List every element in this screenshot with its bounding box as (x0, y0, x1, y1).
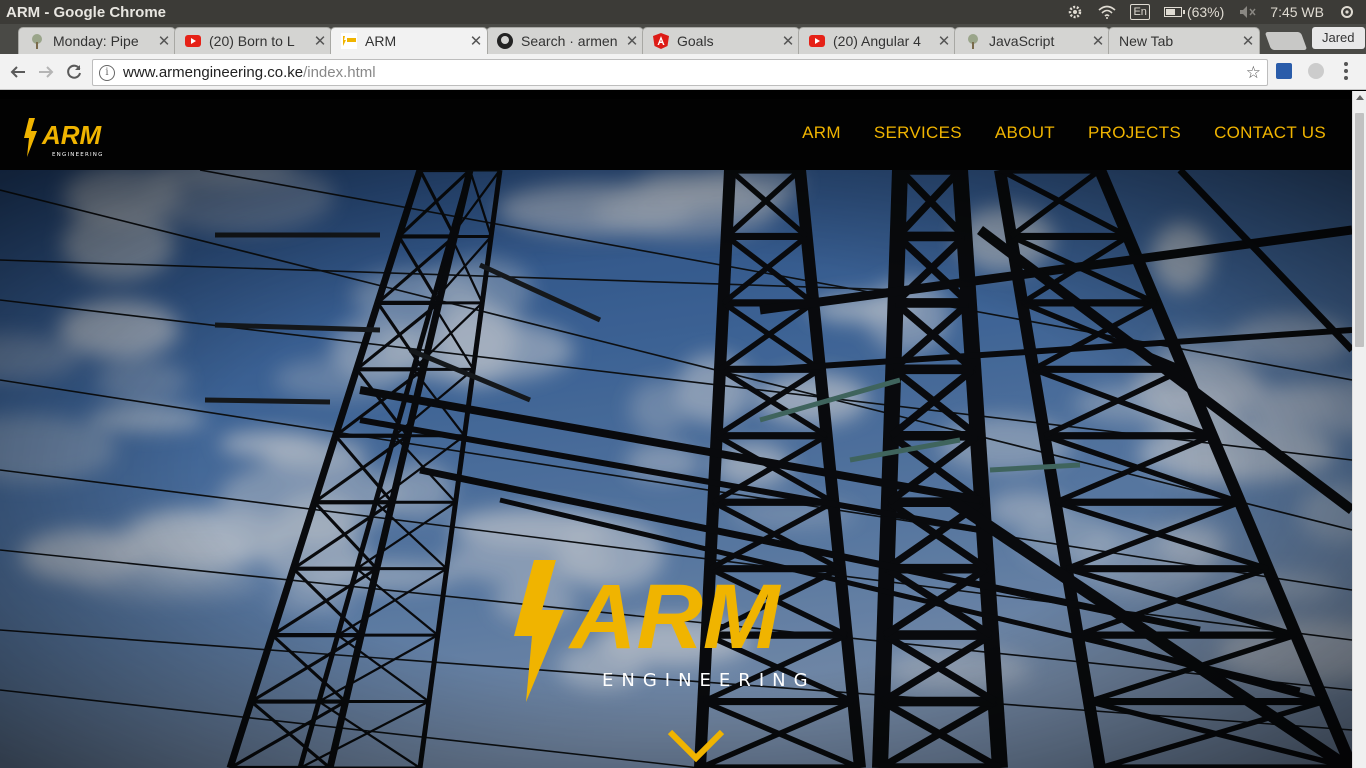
site-nav-links: ARM SERVICES ABOUT PROJECTS CONTACT US (802, 123, 1326, 143)
tab-close-icon[interactable]: ✕ (621, 32, 643, 50)
site-info-icon[interactable]: i (99, 64, 115, 81)
settings-gear-icon[interactable] (1066, 3, 1084, 21)
scroll-down-chevron-icon[interactable] (666, 726, 726, 768)
nav-link-arm[interactable]: ARM (802, 123, 841, 143)
youtube-icon (185, 33, 201, 49)
tab-title: ARM (365, 33, 397, 49)
tab-title: (20) Angular 4 (833, 33, 921, 49)
site-logo[interactable]: ARM ENGINEERING (22, 116, 126, 164)
window-title: ARM - Google Chrome (6, 3, 166, 21)
site-navbar: ARM ENGINEERING ARM SERVICES ABOUT PROJECTS… (0, 99, 1352, 170)
volume-muted-icon[interactable] (1238, 3, 1256, 21)
tab-close-icon[interactable]: ✕ (465, 32, 487, 50)
nav-link-contact-us[interactable]: CONTACT US (1214, 123, 1326, 143)
tree-icon (965, 33, 981, 49)
tab-title: Search · armen (521, 33, 618, 49)
wifi-icon[interactable] (1098, 3, 1116, 21)
youtube-icon (809, 33, 825, 49)
nav-link-projects[interactable]: PROJECTS (1088, 123, 1181, 143)
bookmark-star-icon[interactable]: ☆ (1246, 63, 1261, 83)
browser-tab[interactable]: Goals ✕ (642, 27, 800, 54)
hero-logo-text: ARM (568, 566, 782, 668)
scrollbar-thumb[interactable] (1355, 113, 1364, 347)
tab-title: JavaScript (989, 33, 1055, 49)
browser-tab[interactable]: ARM ✕ (330, 27, 488, 54)
page-viewport: ARM ENGINEERING ARM SERVICES ABOUT PROJECTS… (0, 91, 1352, 768)
nav-link-about[interactable]: ABOUT (995, 123, 1055, 143)
tab-close-icon[interactable]: ✕ (1237, 32, 1259, 50)
system-tray: En (63%) 7:45 WB (1066, 0, 1366, 24)
address-bar[interactable]: i www.armengineering.co.ke/index.html ☆ (92, 59, 1268, 86)
back-arrow-icon[interactable] (6, 60, 30, 84)
site-logo-text: ARM (41, 120, 103, 150)
browser-tab[interactable]: (20) Born to L ✕ (174, 27, 332, 54)
url-path: /index.html (303, 64, 376, 81)
forward-arrow-icon[interactable] (34, 60, 58, 84)
browser-tab[interactable]: New Tab ✕ (1108, 27, 1260, 54)
battery-indicator[interactable]: (63%) (1163, 4, 1225, 20)
browser-menu-icon[interactable] (1344, 62, 1350, 80)
tree-icon (29, 33, 45, 49)
github-icon (497, 33, 513, 49)
tab-title: Monday: Pipe (53, 33, 139, 49)
site-logo-subtext: ENGINEERING (52, 152, 104, 158)
hero-logo-subtext: ENGINEERING (602, 670, 816, 691)
scroll-up-arrow-icon[interactable] (1356, 95, 1364, 100)
browser-toolbar: i www.armengineering.co.ke/index.html ☆ (0, 54, 1366, 90)
tab-title: New Tab (1119, 33, 1174, 49)
tab-close-icon[interactable]: ✕ (309, 32, 331, 50)
browser-tab[interactable]: Search · armen ✕ (486, 27, 644, 54)
profile-button[interactable]: Jared (1312, 27, 1365, 49)
hero-section: ARM ENGINEERING (0, 170, 1352, 768)
tab-title: (20) Born to L (209, 33, 295, 49)
browser-tab[interactable]: JavaScript ✕ (954, 27, 1110, 54)
tab-close-icon[interactable]: ✕ (153, 32, 175, 50)
battery-percent: (63%) (1186, 4, 1225, 20)
browser-tab[interactable]: (20) Angular 4 ✕ (798, 27, 956, 54)
hero-logo: ARM ENGINEERING (512, 552, 842, 716)
keyboard-layout-indicator[interactable]: En (1130, 4, 1150, 20)
url-host: www.armengineering.co.ke (123, 64, 304, 81)
nav-link-services[interactable]: SERVICES (874, 123, 962, 143)
battery-icon (1163, 7, 1185, 17)
tab-close-icon[interactable]: ✕ (777, 32, 799, 50)
arm-favicon (341, 33, 357, 49)
tab-close-icon[interactable]: ✕ (933, 32, 955, 50)
page-scrollbar[interactable] (1352, 91, 1366, 768)
angular-icon (653, 33, 669, 49)
os-top-bar: ARM - Google Chrome En (63%) 7:45 WB (0, 0, 1366, 24)
browser-tab[interactable]: Monday: Pipe ✕ (18, 27, 176, 54)
extension-search-icon[interactable] (1276, 63, 1292, 79)
reload-icon[interactable] (62, 60, 86, 84)
power-gear-icon[interactable] (1338, 3, 1356, 21)
tab-close-icon[interactable]: ✕ (1087, 32, 1109, 50)
tab-title: Goals (677, 33, 714, 49)
new-tab-button[interactable] (1264, 32, 1308, 50)
clock[interactable]: 7:45 WB (1270, 4, 1324, 20)
extension-sync-icon[interactable] (1308, 63, 1324, 79)
